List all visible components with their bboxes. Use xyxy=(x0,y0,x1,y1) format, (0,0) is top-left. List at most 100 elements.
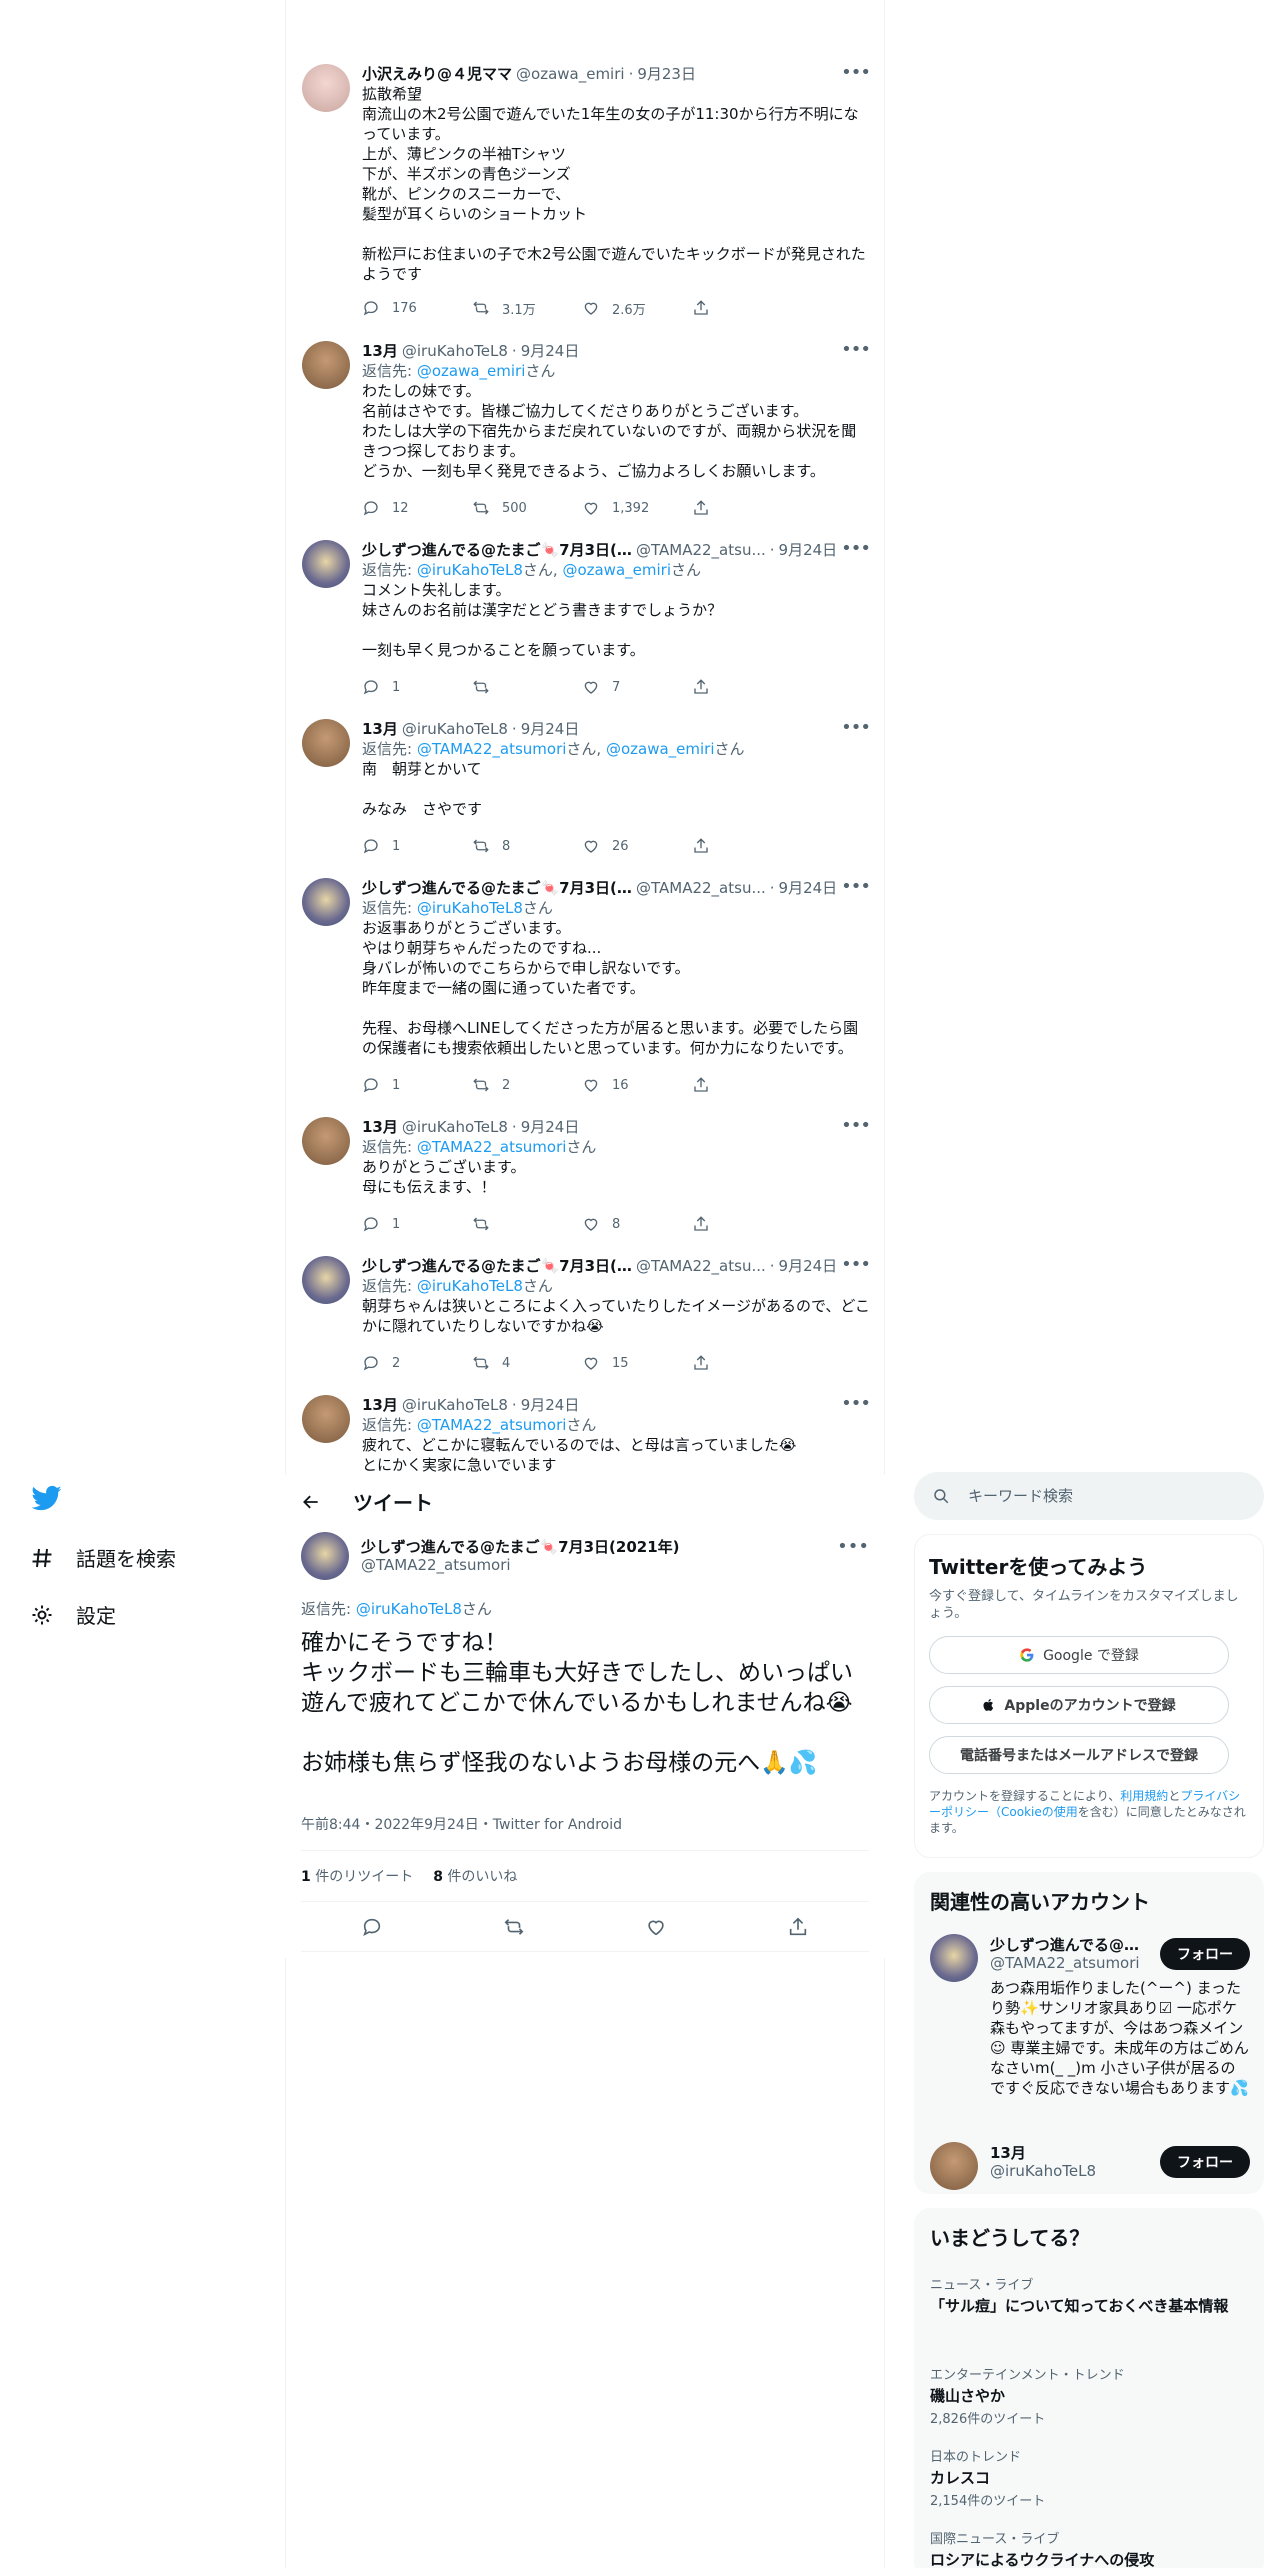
apple-signup-button[interactable]: Appleのアカウントで登録 xyxy=(929,1686,1229,1724)
share-button[interactable] xyxy=(692,1075,802,1095)
tweet-author-name[interactable]: 13月 xyxy=(362,719,398,739)
share-button[interactable] xyxy=(692,498,802,518)
tweet-author-name[interactable]: 13月 xyxy=(362,1117,398,1137)
tweet-author-name[interactable]: 13月 xyxy=(362,1395,398,1415)
avatar[interactable] xyxy=(302,1117,350,1165)
search-bar[interactable] xyxy=(914,1472,1264,1520)
retweet-button[interactable]: 500 xyxy=(472,498,582,518)
avatar[interactable] xyxy=(302,1256,350,1304)
tweet-author-handle[interactable]: @iruKahoTeL8 xyxy=(402,1395,508,1415)
more-options-icon[interactable]: ••• xyxy=(841,341,871,359)
more-options-icon[interactable]: ••• xyxy=(841,1395,870,1413)
google-signup-button[interactable]: Google で登録 xyxy=(929,1636,1229,1674)
retweet-button[interactable]: 8 xyxy=(472,836,582,856)
mention-link[interactable]: @ozawa_emiri xyxy=(606,740,715,758)
tweet-timestamp[interactable]: 午前8:44・2022年9月24日・Twitter for Android xyxy=(301,1814,622,1834)
avatar[interactable] xyxy=(301,1532,349,1580)
like-button[interactable]: 1,392 xyxy=(582,498,692,518)
reply-button[interactable]: 2 xyxy=(362,1353,472,1373)
tweet-author-name[interactable]: 少しずつ進んでる@たまご🍬7月3日(2... xyxy=(362,878,632,898)
more-options-icon[interactable]: ••• xyxy=(841,1256,871,1274)
tweet-author-handle[interactable]: @TAMA22_atsumori xyxy=(361,1556,511,1574)
share-button[interactable] xyxy=(692,1214,802,1234)
reply-icon[interactable] xyxy=(361,1916,383,1938)
trend-item[interactable]: ニュース・ライブ 「サル痘」について知っておくべき基本情報 xyxy=(930,2278,1250,2316)
account-name[interactable]: 13月 xyxy=(990,2142,1140,2163)
more-options-icon[interactable]: ••• xyxy=(841,719,871,737)
mention-link[interactable]: @ozawa_emiri xyxy=(417,362,526,380)
like-button[interactable]: 7 xyxy=(582,677,692,697)
more-options-icon[interactable]: ••• xyxy=(841,1117,871,1135)
like-button[interactable]: 26 xyxy=(582,836,692,856)
tweet[interactable]: 13月 @iruKahoTeL8 · 9月24日 ••• 返信先: @ozawa… xyxy=(302,341,871,521)
tweet-author-name[interactable]: 少しずつ進んでる@たまご🍬7月3日(2... xyxy=(362,540,632,560)
reply-button[interactable]: 1 xyxy=(362,677,472,697)
tweet-author-name[interactable]: 13月 xyxy=(362,341,398,361)
more-options-icon[interactable]: ••• xyxy=(837,1536,869,1557)
tweet-date[interactable]: 9月24日 xyxy=(779,1256,838,1276)
tweet-author-handle[interactable]: @TAMA22_atsu... xyxy=(636,1256,766,1276)
tweet[interactable]: 小沢えみり@４児ママ @ozawa_emiri · 9月23日 ••• 拡散希望… xyxy=(302,64,871,326)
tweet-author-handle[interactable]: @ozawa_emiri xyxy=(516,64,625,84)
like-button[interactable]: 2.6万 xyxy=(582,298,692,318)
heart-icon[interactable] xyxy=(645,1916,667,1938)
more-options-icon[interactable]: ••• xyxy=(841,540,871,558)
avatar[interactable] xyxy=(302,540,350,588)
avatar[interactable] xyxy=(302,719,350,767)
cookie-link[interactable]: （Cookieの使用 xyxy=(989,1805,1078,1819)
retweet-button[interactable]: 2 xyxy=(472,1075,582,1095)
like-button[interactable]: 16 xyxy=(582,1075,692,1095)
share-button[interactable] xyxy=(692,677,802,697)
account-name[interactable]: 少しずつ進んでる@... xyxy=(990,1934,1140,1955)
tweet[interactable]: 13月 @iruKahoTeL8 · 9月24日 ••• 返信先: @TAMA2… xyxy=(302,1395,870,1475)
reply-button[interactable]: 176 xyxy=(362,298,472,318)
avatar[interactable] xyxy=(302,1395,350,1443)
nav-settings[interactable]: 設定 xyxy=(30,1600,116,1629)
tweet-date[interactable]: 9月24日 xyxy=(779,878,838,898)
account-card[interactable]: 13月 @iruKahoTeL8 フォロー xyxy=(930,2142,1250,2192)
reply-button[interactable]: 1 xyxy=(362,1214,472,1234)
tweet[interactable]: 少しずつ進んでる@たまご🍬7月3日(2... @TAMA22_atsu... ·… xyxy=(302,878,871,1098)
follow-button[interactable]: フォロー xyxy=(1160,1938,1250,1970)
tweet-author-name[interactable]: 少しずつ進んでる@たまご🍬7月3日(2... xyxy=(362,1256,632,1276)
share-button[interactable] xyxy=(692,298,802,318)
follow-button[interactable]: フォロー xyxy=(1160,2146,1250,2178)
tweet-date[interactable]: 9月24日 xyxy=(521,719,580,739)
share-icon[interactable] xyxy=(787,1916,809,1938)
trend-item[interactable]: 日本のトレンド カレスコ 2,154件のツイート xyxy=(930,2450,1250,2509)
account-handle[interactable]: @iruKahoTeL8 xyxy=(990,2162,1096,2180)
terms-link[interactable]: 利用規約 xyxy=(1120,1789,1168,1803)
more-options-icon[interactable]: ••• xyxy=(841,878,871,896)
nav-explore[interactable]: 話題を検索 xyxy=(30,1543,176,1572)
back-arrow-icon[interactable] xyxy=(301,1492,321,1512)
twitter-logo-icon[interactable] xyxy=(32,1483,62,1513)
retweet-button[interactable] xyxy=(472,1214,582,1234)
avatar[interactable] xyxy=(302,64,350,112)
tweet-date[interactable]: 9月23日 xyxy=(637,64,696,84)
trend-item[interactable]: エンターテインメント・トレンド 磯山さやか 2,826件のツイート xyxy=(930,2368,1250,2427)
mention-link[interactable]: @TAMA22_atsumori xyxy=(417,740,567,758)
reply-button[interactable]: 12 xyxy=(362,498,472,518)
trend-item[interactable]: 国際ニュース・ライブ ロシアによるウクライナへの侵攻 xyxy=(930,2532,1250,2568)
account-card[interactable]: 少しずつ進んでる@... @TAMA22_atsumori あつ森用垢作りました… xyxy=(930,1934,1250,2114)
tweet-date[interactable]: 9月24日 xyxy=(521,1117,580,1137)
mention-link[interactable]: @iruKahoTeL8 xyxy=(356,1600,462,1618)
tweet-author-handle[interactable]: @iruKahoTeL8 xyxy=(402,341,508,361)
mention-link[interactable]: @iruKahoTeL8 xyxy=(417,1277,523,1295)
reply-button[interactable]: 1 xyxy=(362,1075,472,1095)
mention-link[interactable]: @TAMA22_atsumori xyxy=(417,1138,567,1156)
retweet-stat[interactable]: 1 件のリツイート xyxy=(301,1866,413,1886)
tweet-date[interactable]: 9月24日 xyxy=(521,1395,580,1415)
retweet-button[interactable] xyxy=(472,677,582,697)
tweet-date[interactable]: 9月24日 xyxy=(521,341,580,361)
tweet-date[interactable]: 9月24日 xyxy=(779,540,838,560)
share-button[interactable] xyxy=(692,836,802,856)
tweet-author-handle[interactable]: @TAMA22_atsu... xyxy=(636,540,766,560)
like-button[interactable]: 15 xyxy=(582,1353,692,1373)
like-button[interactable]: 8 xyxy=(582,1214,692,1234)
mention-link[interactable]: @iruKahoTeL8 xyxy=(417,899,523,917)
account-handle[interactable]: @TAMA22_atsumori xyxy=(990,1954,1140,1972)
retweet-button[interactable]: 4 xyxy=(472,1353,582,1373)
retweet-button[interactable]: 3.1万 xyxy=(472,298,582,318)
mention-link[interactable]: @ozawa_emiri xyxy=(562,561,671,579)
